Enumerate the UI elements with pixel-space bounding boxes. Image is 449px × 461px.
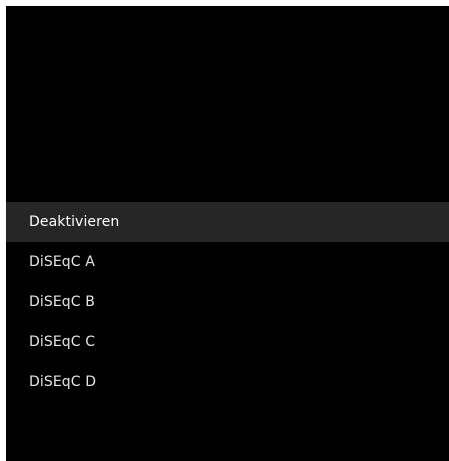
diseqc-options-menu: Deaktivieren DiSEqC A DiSEqC B DiSEqC C … (6, 202, 449, 402)
menu-item-label: Deaktivieren (29, 214, 120, 230)
tv-screen: Deaktivieren DiSEqC A DiSEqC B DiSEqC C … (6, 6, 449, 461)
menu-item-deaktivieren[interactable]: Deaktivieren (6, 202, 449, 242)
menu-item-diseqc-c[interactable]: DiSEqC C (6, 322, 449, 362)
menu-item-label: DiSEqC D (29, 374, 97, 390)
menu-item-label: DiSEqC A (29, 254, 95, 270)
menu-item-diseqc-d[interactable]: DiSEqC D (6, 362, 449, 402)
menu-item-diseqc-a[interactable]: DiSEqC A (6, 242, 449, 282)
menu-item-label: DiSEqC B (29, 294, 95, 310)
menu-item-label: DiSEqC C (29, 334, 96, 350)
menu-item-diseqc-b[interactable]: DiSEqC B (6, 282, 449, 322)
